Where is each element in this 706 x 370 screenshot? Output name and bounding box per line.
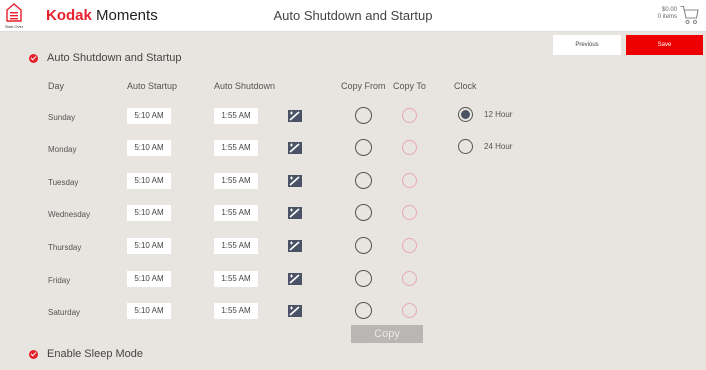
check-icon xyxy=(29,54,38,63)
startup-time-field[interactable]: 5:10 AM xyxy=(127,173,171,189)
day-row-tuesday: Tuesday 5:10 AM 1:55 AM xyxy=(0,172,706,195)
copy-from-radio[interactable] xyxy=(355,237,372,254)
day-row-friday: Friday 5:10 AM 1:55 AM xyxy=(0,270,706,293)
day-label: Saturday xyxy=(48,308,81,317)
col-copy-from: Copy From xyxy=(341,81,386,91)
shutdown-time-field[interactable]: 1:55 AM xyxy=(214,173,258,189)
day-label: Tuesday xyxy=(48,178,79,187)
shutdown-time-field[interactable]: 1:55 AM xyxy=(214,108,258,124)
day-label: Monday xyxy=(48,145,77,154)
shutdown-time-field[interactable]: 1:55 AM xyxy=(214,205,258,221)
copy-from-radio[interactable] xyxy=(355,270,372,287)
startup-time-field[interactable]: 5:10 AM xyxy=(127,238,171,254)
cart-icon[interactable] xyxy=(680,5,699,25)
day-row-monday: Monday 5:10 AM 1:55 AM xyxy=(0,139,706,162)
day-row-wednesday: Wednesday 5:10 AM 1:55 AM xyxy=(0,204,706,227)
col-day: Day xyxy=(48,81,65,91)
previous-button[interactable]: Previous xyxy=(553,35,621,55)
startup-time-field[interactable]: 5:10 AM xyxy=(127,303,171,319)
day-row-sunday: Sunday 5:10 AM 1:55 AM xyxy=(0,107,706,130)
startup-time-field[interactable]: 5:10 AM xyxy=(127,205,171,221)
startup-time-field[interactable]: 5:10 AM xyxy=(127,140,171,156)
start-over-label: Start Over xyxy=(4,24,24,29)
copy-button[interactable]: Copy xyxy=(351,325,423,343)
copy-to-radio[interactable] xyxy=(402,303,417,318)
shutdown-time-field[interactable]: 1:55 AM xyxy=(214,140,258,156)
shutdown-time-field[interactable]: 1:55 AM xyxy=(214,303,258,319)
save-button[interactable]: Save xyxy=(626,35,703,55)
clock-24-hour-label: 24 Hour xyxy=(484,142,513,151)
cart-total: $0.00 xyxy=(661,7,677,13)
edit-time-icon[interactable] xyxy=(288,240,302,252)
day-label: Thursday xyxy=(48,243,82,252)
copy-from-radio[interactable] xyxy=(355,302,372,319)
copy-to-radio[interactable] xyxy=(402,108,417,123)
day-label: Sunday xyxy=(48,113,76,122)
col-startup: Auto Startup xyxy=(127,81,178,91)
clock-24-hour-radio[interactable] xyxy=(458,139,473,154)
edit-time-icon[interactable] xyxy=(288,305,302,317)
sleep-mode-title[interactable]: Enable Sleep Mode xyxy=(47,348,143,360)
day-label: Friday xyxy=(48,276,71,285)
startup-time-field[interactable]: 5:10 AM xyxy=(127,108,171,124)
copy-to-radio[interactable] xyxy=(402,271,417,286)
section-title[interactable]: Auto Shutdown and Startup xyxy=(47,52,182,64)
page-title: Auto Shutdown and Startup xyxy=(273,8,433,23)
startup-time-field[interactable]: 5:10 AM xyxy=(127,271,171,287)
col-clock: Clock xyxy=(454,81,477,91)
edit-time-icon[interactable] xyxy=(288,110,302,122)
check-icon xyxy=(29,350,38,359)
shutdown-time-field[interactable]: 1:55 AM xyxy=(214,238,258,254)
col-copy-to: Copy To xyxy=(393,81,426,91)
copy-to-radio[interactable] xyxy=(402,205,417,220)
copy-from-radio[interactable] xyxy=(355,139,372,156)
edit-time-icon[interactable] xyxy=(288,207,302,219)
copy-to-radio[interactable] xyxy=(402,173,417,188)
clock-12-hour-label: 12 Hour xyxy=(484,110,513,119)
cart-summary[interactable]: $0.00 0 items xyxy=(658,7,677,21)
edit-time-icon[interactable] xyxy=(288,175,302,187)
day-label: Wednesday xyxy=(48,210,91,219)
copy-from-radio[interactable] xyxy=(355,107,372,124)
shutdown-time-field[interactable]: 1:55 AM xyxy=(214,271,258,287)
copy-from-radio[interactable] xyxy=(355,204,372,221)
clock-12-hour-radio[interactable] xyxy=(458,107,473,122)
day-row-saturday: Saturday 5:10 AM 1:55 AM xyxy=(0,302,706,325)
edit-time-icon[interactable] xyxy=(288,273,302,285)
day-row-thursday: Thursday 5:10 AM 1:55 AM xyxy=(0,237,706,260)
copy-to-radio[interactable] xyxy=(402,140,417,155)
copy-to-radio[interactable] xyxy=(402,238,417,253)
col-shutdown: Auto Shutdown xyxy=(214,81,276,91)
copy-from-radio[interactable] xyxy=(355,172,372,189)
edit-time-icon[interactable] xyxy=(288,142,302,154)
cart-items: 0 items xyxy=(657,14,677,20)
app-header: Start Over Kodak Moments Auto Shutdown a… xyxy=(0,0,706,32)
